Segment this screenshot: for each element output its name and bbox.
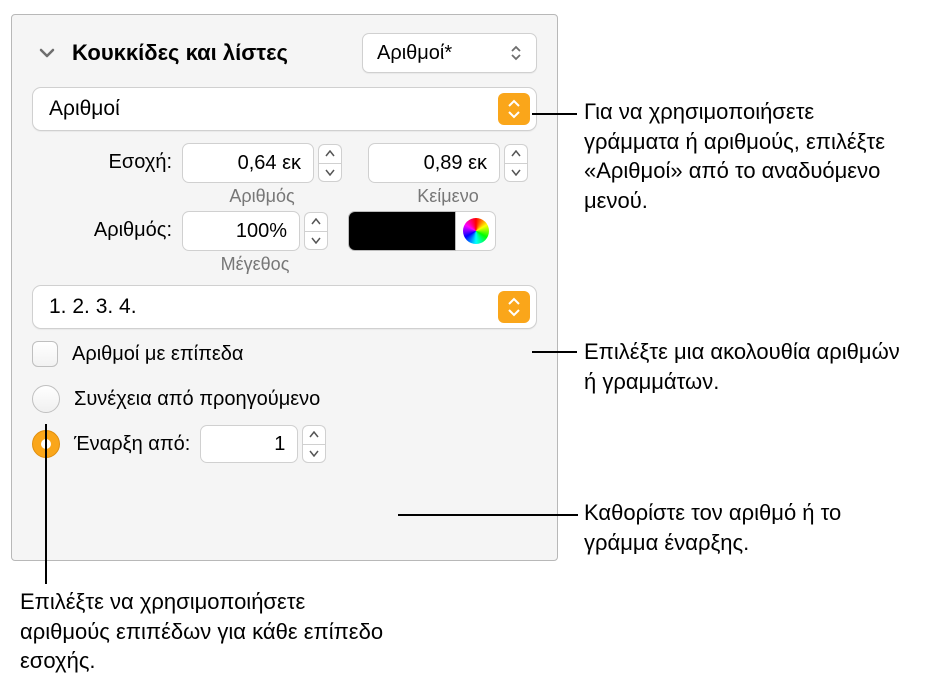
startfrom-input[interactable]: 1 xyxy=(200,425,298,463)
leader-line xyxy=(532,351,577,353)
list-type-dropdown[interactable]: Αριθμοί xyxy=(32,87,537,131)
list-style-value: Αριθμοί* xyxy=(377,42,504,65)
leader-line xyxy=(398,514,578,516)
color-swatch[interactable] xyxy=(348,211,456,251)
chevron-up-icon xyxy=(311,218,321,225)
continue-radio[interactable] xyxy=(32,385,60,413)
number-size-sublabel: Μέγεθος xyxy=(221,254,290,275)
number-label: Αριθμός: xyxy=(32,211,182,242)
callout-sequence: Επιλέξτε μια ακολουθία αριθμών ή γραμμάτ… xyxy=(584,337,914,396)
leader-line xyxy=(45,424,47,584)
list-type-value: Αριθμοί xyxy=(49,97,498,121)
disclosure-toggle[interactable] xyxy=(32,38,62,68)
callout-type-dropdown: Για να χρησιμοποιήσετε γράμματα ή αριθμο… xyxy=(584,97,914,216)
indent-number-input[interactable]: 0,64 εκ xyxy=(182,143,314,183)
continue-label: Συνέχεια από προηγούμενο xyxy=(74,388,320,411)
indent-number-stepper[interactable] xyxy=(318,144,342,182)
chevron-up-icon xyxy=(325,150,335,157)
bullets-lists-panel: Κουκκίδες και λίστες Αριθμοί* Αριθμοί Εσ… xyxy=(11,14,558,561)
tiered-numbers-label: Αριθμοί με επίπεδα xyxy=(72,343,244,366)
callout-tiered: Επιλέξτε να χρησιμοποιήσετε αριθμούς επι… xyxy=(20,587,390,676)
indent-text-sublabel: Κείμενο xyxy=(417,186,478,207)
dropdown-arrows-icon xyxy=(498,93,530,125)
callout-startfrom: Καθορίστε τον αριθμό ή το γράμμα έναρξης… xyxy=(584,498,914,557)
leader-line xyxy=(532,113,577,115)
sequence-value: 1. 2. 3. 4. xyxy=(49,295,498,319)
section-title: Κουκκίδες και λίστες xyxy=(72,40,362,66)
number-size-input[interactable]: 100% xyxy=(182,211,300,251)
indent-number-sublabel: Αριθμός xyxy=(229,186,294,207)
chevron-down-icon xyxy=(511,169,521,176)
chevron-up-icon xyxy=(309,431,319,438)
chevron-down-icon xyxy=(325,169,335,176)
list-style-dropdown[interactable]: Αριθμοί* xyxy=(362,33,537,73)
indent-text-input[interactable]: 0,89 εκ xyxy=(368,143,500,183)
dropdown-arrows-icon xyxy=(498,291,530,323)
color-picker-button[interactable] xyxy=(456,211,496,251)
indent-label: Εσοχή: xyxy=(32,143,182,174)
number-size-stepper[interactable] xyxy=(304,212,328,250)
sequence-dropdown[interactable]: 1. 2. 3. 4. xyxy=(32,285,537,329)
updown-icon xyxy=(504,41,528,65)
color-wheel-icon xyxy=(463,218,489,244)
chevron-down-icon xyxy=(311,237,321,244)
chevron-down-icon xyxy=(309,450,319,457)
tiered-numbers-checkbox[interactable] xyxy=(32,341,58,367)
chevron-up-icon xyxy=(511,150,521,157)
indent-text-stepper[interactable] xyxy=(504,144,528,182)
chevron-down-icon xyxy=(38,44,56,62)
startfrom-label: Έναρξη από: xyxy=(74,433,190,456)
startfrom-stepper[interactable] xyxy=(302,425,326,463)
